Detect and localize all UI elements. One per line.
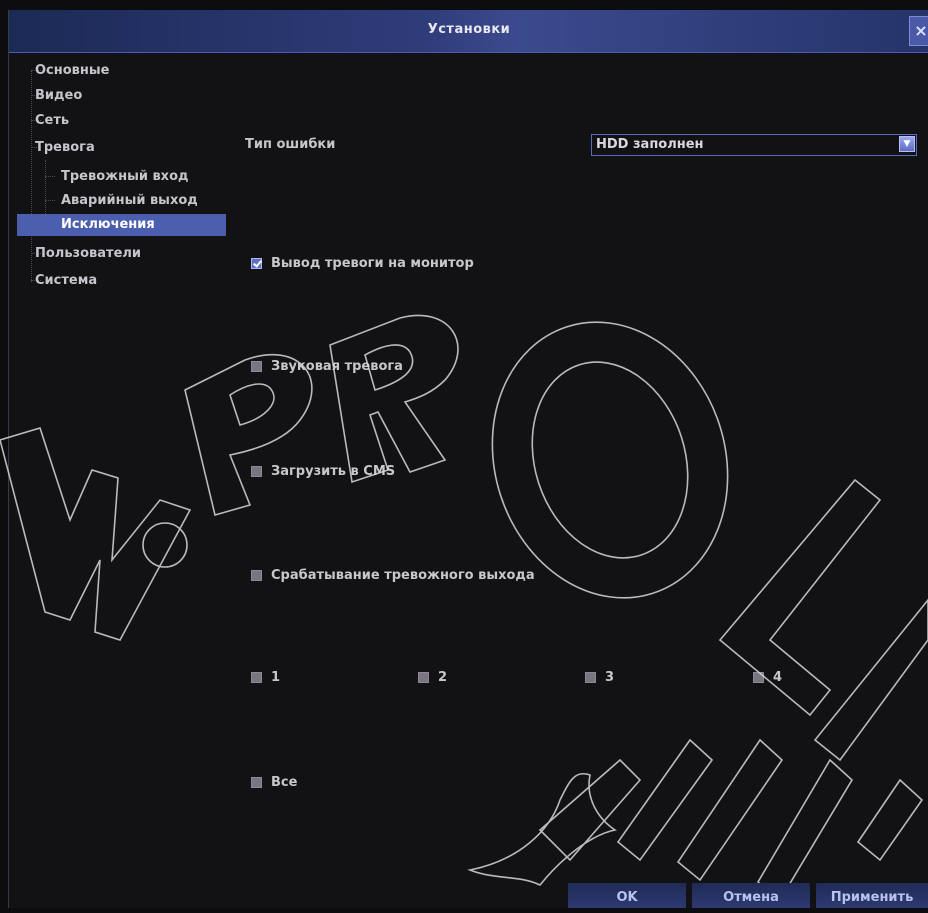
- close-button[interactable]: ×: [909, 16, 928, 46]
- output-2-label: 2: [438, 669, 448, 685]
- all-outputs-label: Все: [271, 774, 298, 790]
- sidebar-item-network[interactable]: Сеть: [31, 110, 75, 132]
- tree-connector: [45, 176, 55, 177]
- show-on-monitor-option[interactable]: Вывод тревоги на монитор: [251, 253, 474, 273]
- chevron-down-icon[interactable]: ▼: [899, 136, 915, 152]
- sidebar-item-exceptions[interactable]: Исключения: [17, 214, 226, 236]
- all-outputs-option[interactable]: Все: [251, 772, 297, 792]
- tree-connector: [45, 200, 55, 201]
- upload-cms-label: Загрузить в CMS: [271, 463, 396, 479]
- error-type-select[interactable]: HDD заполнен ▼: [591, 134, 917, 156]
- trigger-alarm-output-checkbox[interactable]: [251, 569, 262, 581]
- output-4-option[interactable]: 4: [753, 667, 782, 687]
- output-2-checkbox[interactable]: [418, 671, 429, 683]
- sidebar-item-alarm-input[interactable]: Тревожный вход: [57, 166, 195, 188]
- sidebar-item-video[interactable]: Видео: [31, 85, 88, 107]
- title-bar: Установки ×: [9, 10, 928, 53]
- output-1-checkbox[interactable]: [251, 671, 262, 683]
- audible-alarm-checkbox[interactable]: [251, 360, 262, 372]
- output-1-option[interactable]: 1: [251, 667, 280, 687]
- output-4-checkbox[interactable]: [753, 671, 764, 683]
- output-4-label: 4: [773, 669, 783, 685]
- audible-alarm-option[interactable]: Звуковая тревога: [251, 356, 403, 376]
- sidebar-item-system[interactable]: Система: [31, 270, 103, 292]
- window-title: Установки: [427, 22, 511, 37]
- tree-connector: [45, 160, 46, 222]
- output-1-label: 1: [271, 669, 281, 685]
- cancel-button[interactable]: Отмена: [692, 883, 810, 908]
- output-2-option[interactable]: 2: [418, 667, 447, 687]
- trigger-alarm-output-option[interactable]: Срабатывание тревожного выхода: [251, 565, 535, 585]
- sidebar-item-general[interactable]: Основные: [31, 60, 115, 82]
- sidebar-item-alarm[interactable]: Тревога: [31, 137, 101, 159]
- show-on-monitor-checkbox[interactable]: [251, 257, 262, 269]
- all-outputs-checkbox[interactable]: [251, 776, 262, 788]
- sidebar-item-users[interactable]: Пользователи: [31, 243, 147, 265]
- ok-button[interactable]: OK: [568, 883, 686, 908]
- error-type-value: HDD заполнен: [596, 137, 704, 152]
- trigger-alarm-output-label: Срабатывание тревожного выхода: [271, 567, 535, 583]
- error-type-label: Тип ошибки: [245, 137, 336, 152]
- show-on-monitor-label: Вывод тревоги на монитор: [271, 255, 474, 271]
- output-3-option[interactable]: 3: [585, 667, 614, 687]
- upload-cms-checkbox[interactable]: [251, 465, 262, 477]
- output-3-checkbox[interactable]: [585, 671, 596, 683]
- sidebar-item-alarm-output[interactable]: Аварийный выход: [57, 190, 204, 212]
- settings-window: Установки × Основные Видео Сеть Тревога …: [8, 10, 928, 908]
- audible-alarm-label: Звуковая тревога: [271, 358, 403, 374]
- apply-button[interactable]: Применить: [816, 883, 928, 908]
- upload-cms-option[interactable]: Загрузить в CMS: [251, 461, 395, 481]
- output-3-label: 3: [605, 669, 615, 685]
